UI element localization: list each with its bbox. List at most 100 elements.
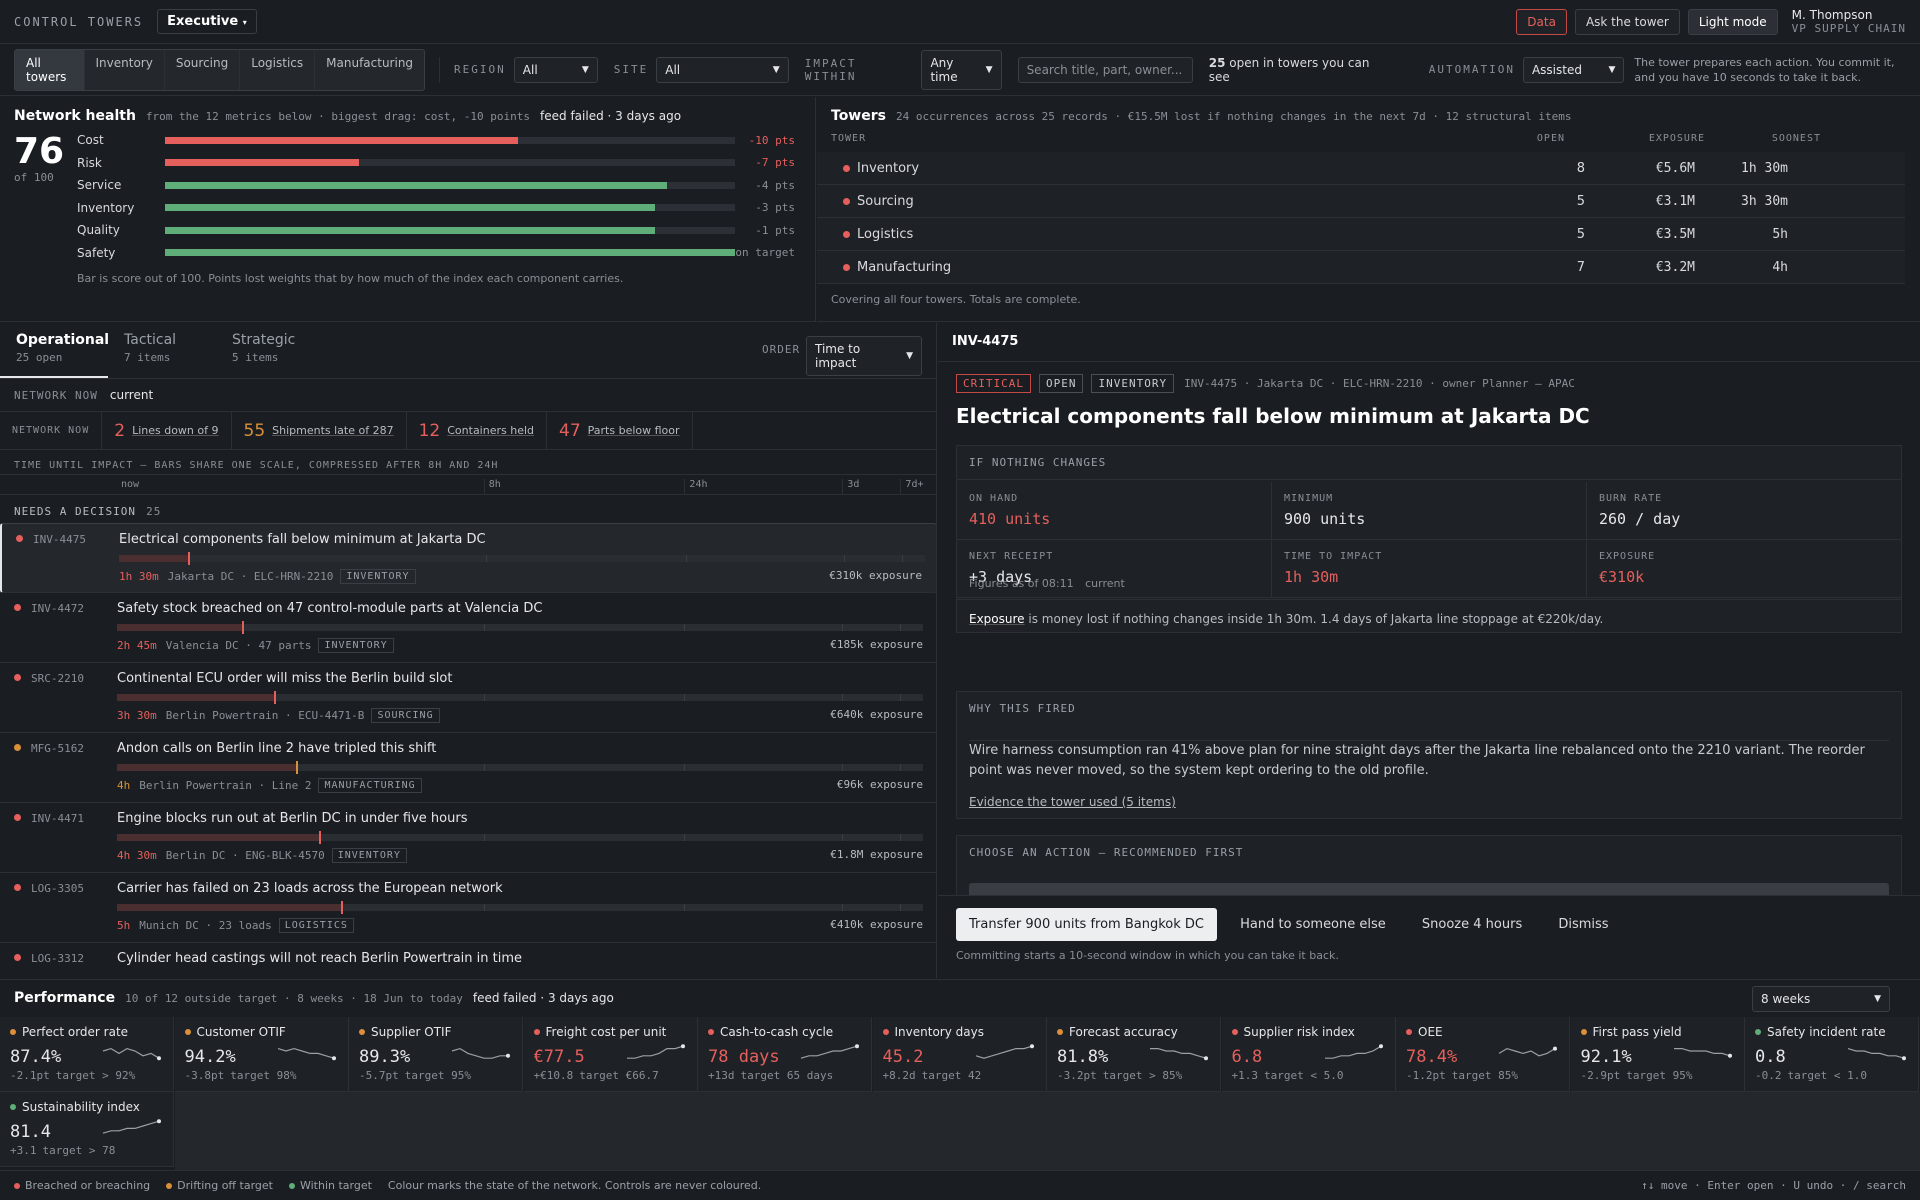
stat-parts-below[interactable]: 47 Parts below floor: [547, 411, 693, 450]
light-mode-button[interactable]: Light mode: [1687, 9, 1778, 35]
kpi-target: target 42: [921, 1069, 982, 1082]
item-exposure: €185k exposure: [830, 638, 923, 651]
kpi-card[interactable]: Customer OTIF 94.2% -3.8pt target 98%: [174, 1017, 349, 1092]
item-tower-tag: LOGISTICS: [278, 918, 354, 933]
decision-item[interactable]: INV-4475 Electrical components fall below…: [0, 523, 936, 593]
region-select[interactable]: All ▼: [513, 56, 598, 83]
tab-label: Strategic: [232, 332, 296, 348]
kpi-card[interactable]: First pass yield 92.1% -2.9pt target 95%: [1570, 1017, 1745, 1092]
scale-gridline: [684, 904, 686, 911]
health-row-quality[interactable]: Quality -1 pts: [77, 220, 795, 240]
kpi-card[interactable]: Sustainability index 81.4 +3.1 target > 78: [0, 1092, 174, 1167]
sparkline-path: [277, 1047, 334, 1059]
exposure-word[interactable]: Exposure: [969, 612, 1025, 626]
status-dot: [10, 1029, 16, 1035]
col-open: OPEN: [1536, 133, 1565, 144]
decision-item[interactable]: LOG-3305 Carrier has failed on 23 loads a…: [0, 873, 936, 943]
stat-shipments-late[interactable]: 55 Shipments late of 287: [232, 411, 407, 450]
item-id: INV-4472: [31, 602, 84, 615]
needs-count: 25: [146, 505, 162, 518]
decision-item[interactable]: SRC-2210 Continental ECU order will miss …: [0, 663, 936, 733]
decision-item[interactable]: MFG-5162 Andon calls on Berlin line 2 hav…: [0, 733, 936, 803]
hand-off-button[interactable]: Hand to someone else: [1227, 908, 1399, 941]
impact-select[interactable]: Any time ▼: [921, 49, 1002, 90]
status-dot: [10, 1104, 16, 1110]
health-row-label: Inventory: [77, 200, 135, 215]
col-soonest: SOONEST: [1771, 133, 1821, 144]
sparkline-endpoint: [680, 1044, 685, 1049]
ask-tower-button[interactable]: Ask the tower: [1574, 9, 1680, 35]
tower-filter-inventory[interactable]: Inventory: [85, 49, 165, 90]
kpi-card[interactable]: Inventory days 45.2 +8.2d target 42: [872, 1017, 1047, 1092]
snooze-button[interactable]: Snooze 4 hours: [1409, 908, 1535, 941]
health-points: -1 pts: [755, 223, 795, 237]
data-button[interactable]: Data: [1516, 9, 1567, 35]
health-row-safety[interactable]: Safety on target: [77, 243, 795, 263]
health-row-cost[interactable]: Cost -10 pts: [77, 130, 795, 150]
scope-selector[interactable]: Executive ▾: [157, 9, 257, 34]
order-label: ORDER: [762, 343, 801, 356]
tower-filter-manufacturing[interactable]: Manufacturing: [315, 50, 424, 90]
automation-select[interactable]: Assisted ▼: [1522, 56, 1625, 83]
legend-dot: [14, 1182, 20, 1189]
tab-operational[interactable]: Operational 25 open: [0, 323, 109, 378]
decision-item[interactable]: LOG-3312 Cylinder head castings will not …: [0, 943, 936, 978]
network-now-label: NETWORK NOW: [14, 388, 98, 402]
kpi-card[interactable]: Safety incident rate 0.8 -0.2 target < 1.0: [1745, 1017, 1919, 1092]
evidence-link[interactable]: Evidence the tower used (5 items): [969, 795, 1176, 809]
health-row-inventory[interactable]: Inventory -3 pts: [77, 198, 795, 218]
tower-row-sourcing[interactable]: Sourcing 5 €3.1M 3h 30m: [817, 185, 1905, 218]
tower-filter-logistics[interactable]: Logistics: [240, 49, 316, 90]
region-label: REGION: [454, 63, 506, 76]
cell-value: 260 / day: [1599, 510, 1681, 528]
status-dot: [843, 164, 850, 172]
stat-lines-down[interactable]: 2 Lines down of 9: [102, 411, 232, 450]
tower-row-manufacturing[interactable]: Manufacturing 7 €3.2M 4h: [817, 251, 1905, 284]
stat-value: 55: [243, 420, 266, 441]
tab-tactical[interactable]: Tactical 7 items: [108, 323, 216, 378]
tower-soonest: 5h: [1772, 226, 1788, 242]
order-select[interactable]: Time to impact ▼: [806, 336, 922, 376]
kpi-card[interactable]: OEE 78.4% -1.2pt target 85%: [1396, 1017, 1570, 1092]
exposure-text: is money lost if nothing changes inside …: [1028, 612, 1604, 626]
kpi-name-row: Freight cost per unit: [533, 1025, 687, 1039]
health-bar: [165, 136, 519, 144]
kpi-card[interactable]: Perfect order rate 87.4% -2.1pt target > 92…: [0, 1017, 174, 1092]
tower-filter-all[interactable]: All towers: [15, 49, 85, 90]
user-menu[interactable]: M. Thompson VP SUPPLY CHAIN: [1792, 8, 1906, 36]
health-row-risk[interactable]: Risk -7 pts: [77, 153, 795, 173]
kpi-card[interactable]: Supplier OTIF 89.3% -5.7pt target 95%: [349, 1017, 523, 1092]
tower-row-inventory[interactable]: Inventory 8 €5.6M 1h 30m: [817, 152, 1905, 185]
kpi-card[interactable]: Supplier risk index 6.8 +1.3 target < 5.0: [1221, 1017, 1396, 1092]
scale-gridline: [900, 694, 902, 701]
sparkline-path: [1498, 1047, 1556, 1057]
kpi-card[interactable]: Forecast accuracy 81.8% -3.2pt target > 85%: [1047, 1017, 1221, 1092]
decision-item[interactable]: INV-4472 Safety stock breached on 47 cont…: [0, 593, 936, 663]
decision-item[interactable]: INV-4471 Engine blocks run out at Berlin …: [0, 803, 936, 873]
stat-containers-held[interactable]: 12 Containers held: [407, 411, 548, 450]
dismiss-button[interactable]: Dismiss: [1545, 908, 1621, 941]
perf-range-select[interactable]: 8 weeks ▼: [1752, 986, 1890, 1012]
item-tower-tag: INVENTORY: [318, 638, 394, 653]
kpi-card[interactable]: Freight cost per unit €77.5 +€10.8 target €…: [523, 1017, 698, 1092]
transfer-button[interactable]: Transfer 900 units from Bangkok DC: [956, 908, 1217, 941]
kpi-sparkline: [1498, 1046, 1557, 1057]
tower-row-logistics[interactable]: Logistics 5 €3.5M 5h: [817, 218, 1905, 251]
tower-filter-sourcing[interactable]: Sourcing: [165, 49, 241, 90]
kpi-name-row: Sustainability index: [10, 1100, 163, 1114]
kpi-name: First pass yield: [1592, 1025, 1682, 1039]
item-location: Berlin Powertrain · Line 2: [139, 779, 312, 792]
search-input[interactable]: Search title, part, owner...: [1017, 56, 1193, 83]
legend-item: Drifting off target: [166, 1179, 273, 1192]
item-title: Carrier has failed on 23 loads across th…: [117, 881, 503, 896]
kpi-card[interactable]: Cash-to-cash cycle 78 days +13d target 65 d…: [698, 1017, 872, 1092]
tower-filter: All towers Inventory Sourcing Logistics …: [14, 48, 426, 91]
tab-strategic[interactable]: Strategic 5 items: [216, 323, 324, 378]
kpi-name-row: Inventory days: [882, 1025, 1036, 1039]
item-exposure: €96k exposure: [836, 778, 923, 791]
col-tower: TOWER: [831, 133, 867, 144]
health-row-service[interactable]: Service -4 pts: [77, 175, 795, 195]
kpi-delta: -5.7pt: [359, 1069, 399, 1082]
kpi-name-row: Forecast accuracy: [1057, 1025, 1210, 1039]
site-select[interactable]: All ▼: [656, 56, 789, 83]
